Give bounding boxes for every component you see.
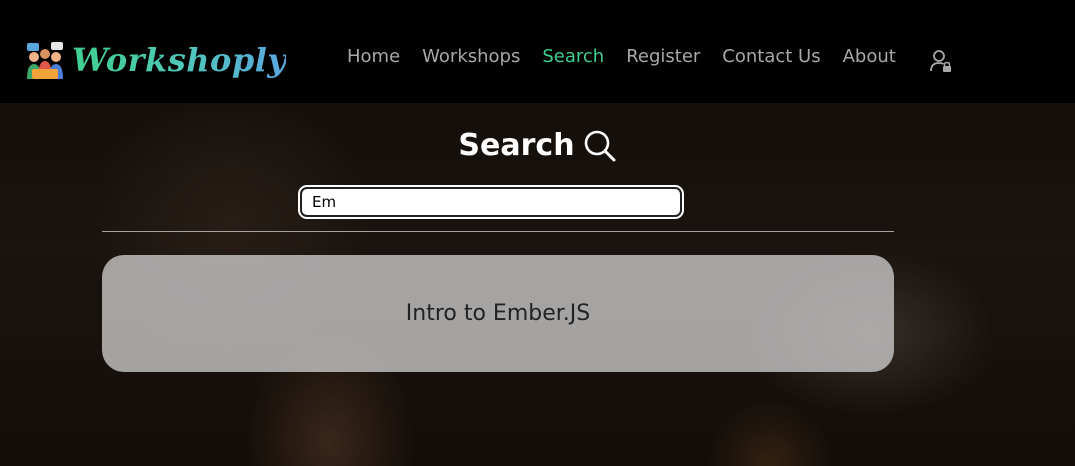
nav-contact-link[interactable]: Contact Us [722, 46, 820, 67]
main-nav: Home Workshops Search Register Contact U… [347, 46, 918, 67]
nav-home-link[interactable]: Home [347, 46, 400, 67]
divider [102, 231, 894, 232]
page-title: Search [458, 128, 575, 163]
magnifier-icon [584, 130, 616, 161]
user-lock-icon[interactable] [930, 49, 952, 73]
brand[interactable]: Workshoply [24, 38, 286, 82]
navbar: Workshoply Home Workshops Search Registe… [0, 0, 1075, 103]
team-logo-icon [27, 42, 63, 79]
nav-workshops-link[interactable]: Workshops [422, 46, 520, 67]
nav-register-link[interactable]: Register [626, 46, 700, 67]
nav-about-link[interactable]: About [843, 46, 896, 67]
page: Workshoply Home Workshops Search Registe… [0, 0, 1075, 466]
brand-name: Workshoply [72, 38, 286, 82]
search-heading: Search [0, 128, 1075, 163]
nav-search-link[interactable]: Search [542, 46, 604, 67]
result-card[interactable]: Intro to Ember.JS [102, 255, 894, 372]
result-title: Intro to Ember.JS [405, 301, 591, 326]
search-input[interactable] [298, 185, 684, 219]
